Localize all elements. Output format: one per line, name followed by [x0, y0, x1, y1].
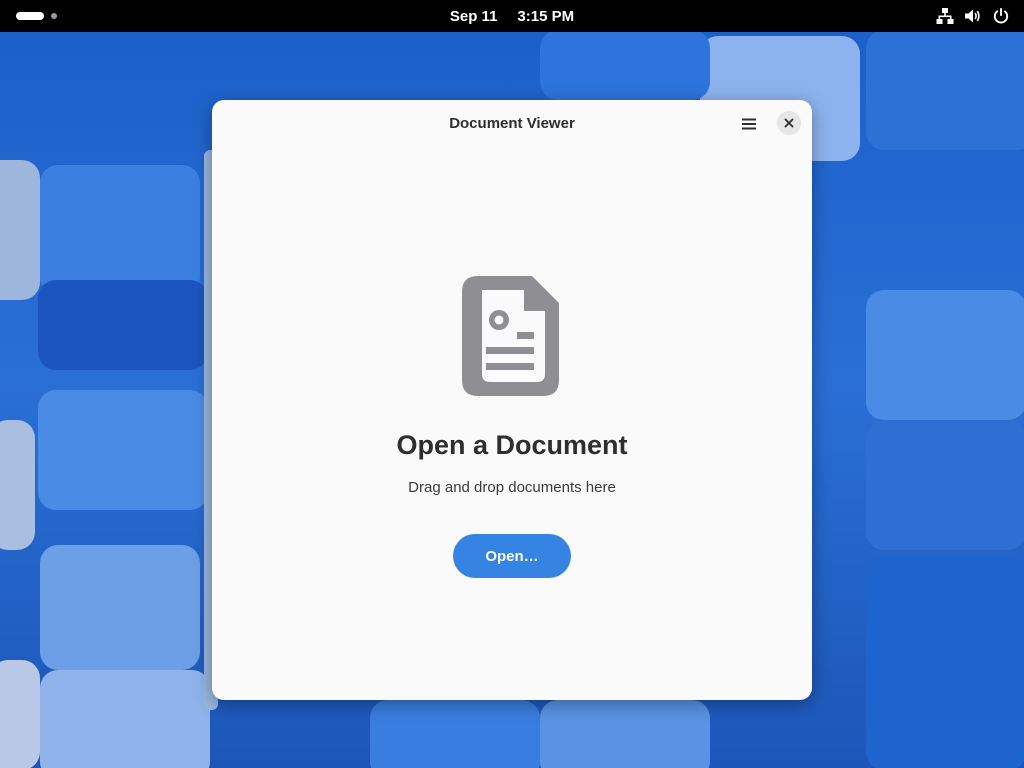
document-icon	[462, 276, 559, 396]
wallpaper-block	[40, 545, 200, 670]
wallpaper-block	[866, 290, 1024, 420]
wallpaper-block	[38, 390, 208, 510]
volume-icon[interactable]	[964, 7, 982, 25]
wallpaper-block	[40, 670, 210, 768]
wallpaper-block	[866, 30, 1024, 150]
wallpaper-block	[38, 280, 208, 370]
main-menu-button[interactable]	[736, 111, 762, 137]
activities-button[interactable]	[16, 12, 57, 20]
workspace-indicator	[51, 13, 57, 19]
wallpaper-block	[540, 700, 710, 768]
wallpaper-block	[0, 160, 40, 300]
menu-icon	[742, 118, 756, 130]
close-icon	[784, 118, 794, 128]
wallpaper-block	[866, 555, 1024, 768]
workspace-indicator-active	[16, 12, 44, 20]
wallpaper-block	[0, 420, 35, 550]
close-button[interactable]	[777, 111, 801, 135]
top-bar: Sep 11 3:15 PM	[0, 0, 1024, 32]
power-icon[interactable]	[992, 7, 1010, 25]
document-viewer-window: Document Viewer Open a Document Drag and…	[212, 100, 812, 700]
wallpaper-block	[40, 165, 200, 295]
window-title: Document Viewer	[449, 114, 575, 132]
drop-hint: Drag and drop documents here	[408, 479, 616, 496]
page-heading: Open a Document	[396, 430, 628, 460]
wallpaper-block	[866, 420, 1024, 550]
open-button[interactable]: Open…	[453, 534, 571, 578]
clock[interactable]: Sep 11 3:15 PM	[0, 0, 1024, 32]
wallpaper-block	[0, 660, 40, 768]
wallpaper-block	[540, 30, 710, 100]
system-tray[interactable]	[936, 7, 1010, 25]
network-icon[interactable]	[936, 7, 954, 25]
clock-time[interactable]: 3:15 PM	[517, 8, 574, 25]
clock-date[interactable]: Sep 11	[450, 8, 498, 25]
desktop: Sep 11 3:15 PM Document Viewer Open a Do…	[0, 0, 1024, 768]
wallpaper-block	[370, 700, 540, 768]
